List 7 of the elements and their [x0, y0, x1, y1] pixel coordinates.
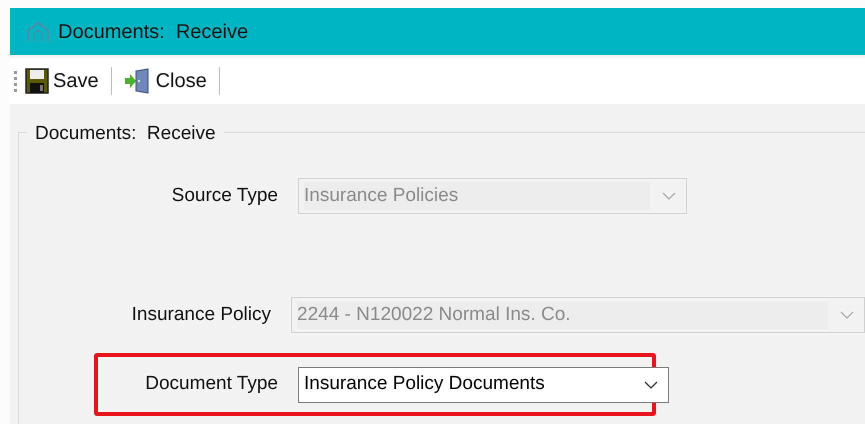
window-title: Documents: Receive [58, 20, 248, 44]
field-label: Document Type [144, 372, 278, 396]
field-label: Insurance Policy [130, 302, 271, 327]
dropdown[interactable]: Insurance Policy Documents [298, 366, 669, 402]
save-button[interactable]: Save [23, 66, 101, 96]
close-button[interactable]: Close [122, 66, 209, 96]
field-label: Source Type [170, 184, 278, 208]
